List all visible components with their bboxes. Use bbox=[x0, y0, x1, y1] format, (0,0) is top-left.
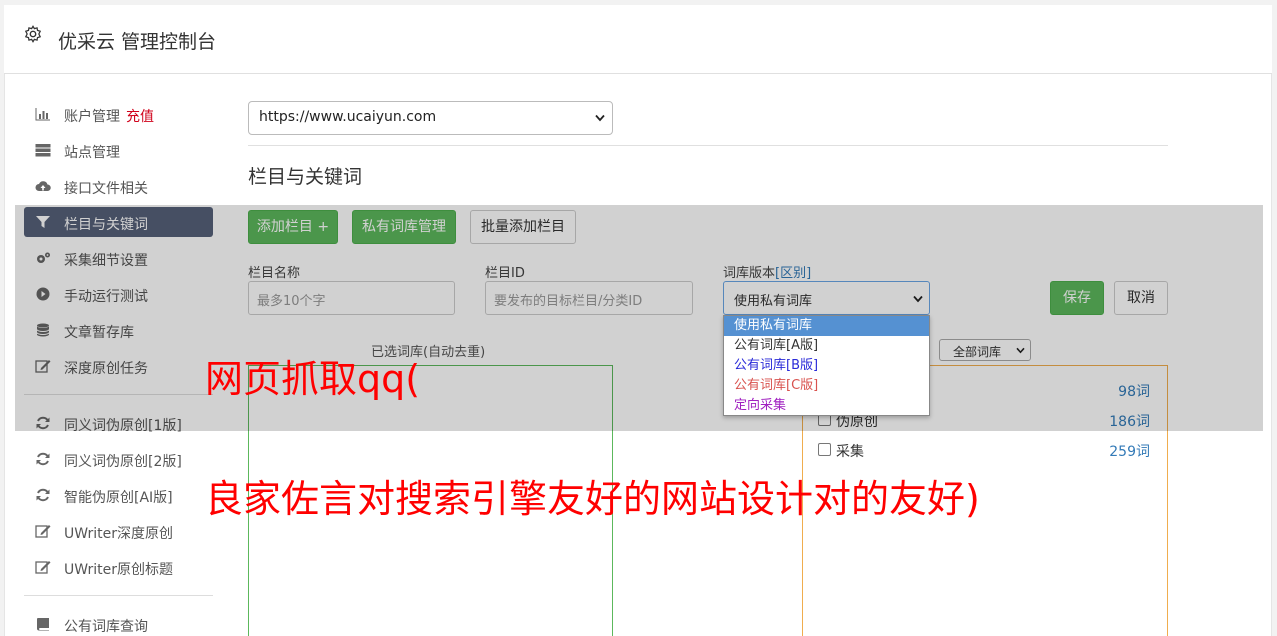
lib-version-dropdown: 使用私有词库 公有词库[A版] 公有词库[B版] 公有词库[C版] 定向采集 bbox=[723, 315, 930, 416]
sidebar-item-label: 接口文件相关 bbox=[64, 181, 148, 197]
sidebar-item-account[interactable]: 账户管理 充值 bbox=[24, 99, 213, 129]
lib-name: 采集 bbox=[836, 444, 864, 460]
lib-count[interactable]: 259词 bbox=[1109, 441, 1150, 461]
edit-icon bbox=[35, 561, 51, 574]
watermark-line-1: 网页抓取qq( bbox=[205, 357, 421, 401]
sidebar-item-uwriter-title[interactable]: UWriter原创标题 bbox=[24, 552, 213, 582]
refresh-icon bbox=[36, 452, 50, 466]
cloud-upload-icon bbox=[35, 181, 51, 191]
book-icon bbox=[37, 618, 49, 631]
sidebar-item-label: UWriter深度原创 bbox=[64, 526, 173, 542]
sidebar-item-label: 账户管理 bbox=[64, 109, 120, 125]
sidebar-item-ai-rewrite[interactable]: 智能伪原创[AI版] bbox=[24, 480, 213, 510]
page-header: 优采云 管理控制台 bbox=[4, 5, 1272, 74]
server-icon bbox=[35, 144, 51, 157]
version-option[interactable]: 使用私有词库 bbox=[724, 316, 929, 336]
lib-row[interactable]: 采集 259词 bbox=[818, 441, 1150, 461]
site-select[interactable]: https://www.ucaiyun.com bbox=[248, 101, 613, 135]
gray-overlay bbox=[15, 205, 1263, 431]
sidebar-item-api-files[interactable]: 接口文件相关 bbox=[24, 171, 213, 201]
chevron-down-icon bbox=[595, 114, 605, 122]
section-title: 栏目与关键词 bbox=[248, 166, 363, 188]
version-option[interactable]: 公有词库[B版] bbox=[724, 356, 929, 376]
lib-checkbox[interactable] bbox=[818, 443, 831, 456]
sidebar-item-label: 智能伪原创[AI版] bbox=[64, 490, 173, 506]
sidebar-item-uwriter-deep[interactable]: UWriter深度原创 bbox=[24, 516, 213, 546]
sidebar-item-label: 站点管理 bbox=[64, 145, 120, 161]
divider-line bbox=[248, 145, 1168, 146]
sidebar-divider bbox=[24, 595, 213, 596]
version-option[interactable]: 公有词库[A版] bbox=[724, 336, 929, 356]
sidebar-item-label: 同义词伪原创[2版] bbox=[64, 454, 182, 470]
site-select-value: https://www.ucaiyun.com bbox=[259, 109, 437, 125]
version-option[interactable]: 定向采集 bbox=[724, 396, 929, 416]
recharge-link[interactable]: 充值 bbox=[126, 109, 154, 125]
sidebar-item-sites[interactable]: 站点管理 bbox=[24, 135, 213, 165]
bar-chart-icon bbox=[35, 108, 50, 121]
sidebar-item-public-lib-query[interactable]: 公有词库查询 bbox=[24, 609, 213, 636]
sidebar-item-synonym-v2[interactable]: 同义词伪原创[2版] bbox=[24, 444, 213, 474]
version-option[interactable]: 公有词库[C版] bbox=[724, 376, 929, 396]
refresh-icon bbox=[36, 488, 50, 502]
gear-icon bbox=[24, 25, 42, 43]
watermark-line-2: 良家佐言对搜索引擎友好的网站设计对的友好) bbox=[205, 477, 980, 521]
edit-icon bbox=[35, 525, 51, 538]
sidebar-item-label: 公有词库查询 bbox=[64, 619, 148, 635]
sidebar-item-label: UWriter原创标题 bbox=[64, 562, 173, 578]
page-title: 优采云 管理控制台 bbox=[58, 31, 217, 53]
